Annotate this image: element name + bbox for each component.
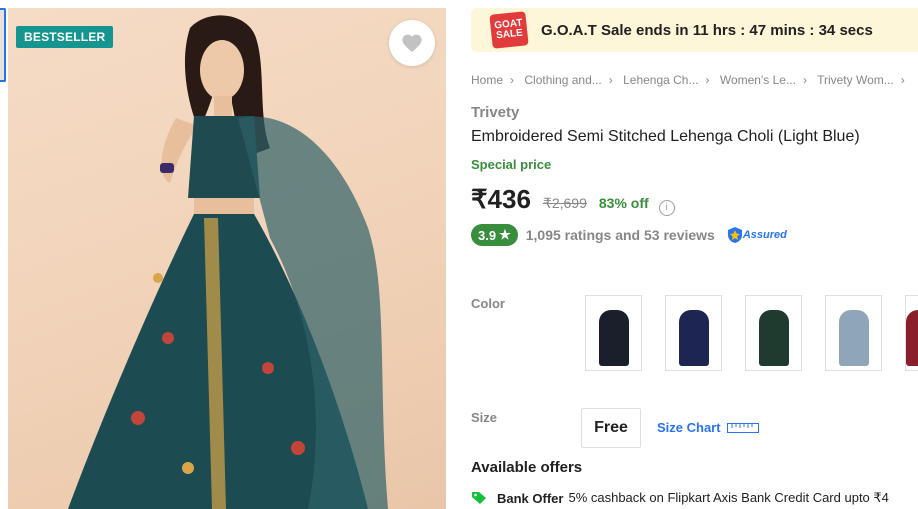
chevron-right-icon: ›: [510, 73, 515, 87]
mrp-price: ₹2,699: [542, 195, 587, 211]
star-icon: ★: [499, 227, 511, 242]
color-swatch-5[interactable]: [905, 295, 918, 371]
goat-sale-logo: GOAT SALE: [489, 11, 529, 49]
chevron-right-icon: ›: [705, 73, 710, 87]
tag-icon: [472, 492, 486, 504]
color-label: Color: [471, 296, 505, 311]
available-offers-heading: Available offers: [471, 459, 583, 476]
chevron-right-icon: ›: [608, 73, 613, 87]
color-swatch-3[interactable]: [745, 295, 802, 371]
sale-countdown: G.O.A.T Sale ends in 11 hrs : 47 mins : …: [541, 21, 873, 39]
color-swatch-1[interactable]: [585, 295, 642, 371]
size-option-free[interactable]: Free: [581, 408, 641, 448]
wishlist-button[interactable]: [389, 20, 435, 66]
ruler-icon: [726, 422, 759, 433]
offer-type: Bank Offer: [497, 490, 564, 506]
breadcrumb-clothing[interactable]: Clothing and...: [524, 73, 601, 87]
product-title: Embroidered Semi Stitched Lehenga Choli …: [471, 128, 860, 145]
brand-name[interactable]: Trivety: [471, 104, 519, 121]
rating-row: 3.9 ★ 1,095 ratings and 53 reviews Assur…: [471, 224, 787, 246]
chevron-right-icon: ›: [802, 73, 807, 87]
price-row: ₹436 ₹2,699 83% off i: [471, 184, 675, 216]
product-image[interactable]: BESTSELLER: [8, 8, 446, 509]
shield-icon: [727, 227, 742, 243]
sale-banner[interactable]: GOAT SALE G.O.A.T Sale ends in 11 hrs : …: [471, 8, 918, 52]
lehenga-illustration: [68, 15, 388, 509]
special-price-label: Special price: [471, 157, 552, 172]
chevron-right-icon: ›: [900, 73, 905, 87]
bestseller-badge: BESTSELLER: [16, 26, 114, 48]
selling-price: ₹436: [471, 184, 531, 214]
color-swatch-2[interactable]: [665, 295, 722, 371]
offer-item[interactable]: Bank Offer 5% cashback on Flipkart Axis …: [471, 490, 889, 506]
color-swatch-4[interactable]: [825, 295, 882, 371]
size-chart-link[interactable]: Size Chart: [657, 420, 759, 435]
discount-percent: 83% off: [598, 195, 649, 211]
info-icon[interactable]: i: [658, 199, 675, 216]
breadcrumb: Home › Clothing and... › Lehenga Ch... › Wo…: [471, 73, 912, 87]
assured-badge: Assured: [727, 226, 787, 244]
thumbnail-selected[interactable]: [0, 8, 6, 82]
ratings-reviews-count[interactable]: 1,095 ratings and 53 reviews: [526, 227, 715, 243]
breadcrumb-trivety[interactable]: Trivety Wom...: [817, 73, 894, 87]
heart-icon: [402, 34, 422, 53]
breadcrumb-home[interactable]: Home: [471, 73, 503, 87]
breadcrumb-womens[interactable]: Women's Le...: [720, 73, 796, 87]
rating-badge[interactable]: 3.9 ★: [471, 224, 518, 246]
offer-text: 5% cashback on Flipkart Axis Bank Credit…: [568, 490, 889, 505]
size-label: Size: [471, 410, 498, 425]
breadcrumb-lehenga[interactable]: Lehenga Ch...: [623, 73, 698, 87]
